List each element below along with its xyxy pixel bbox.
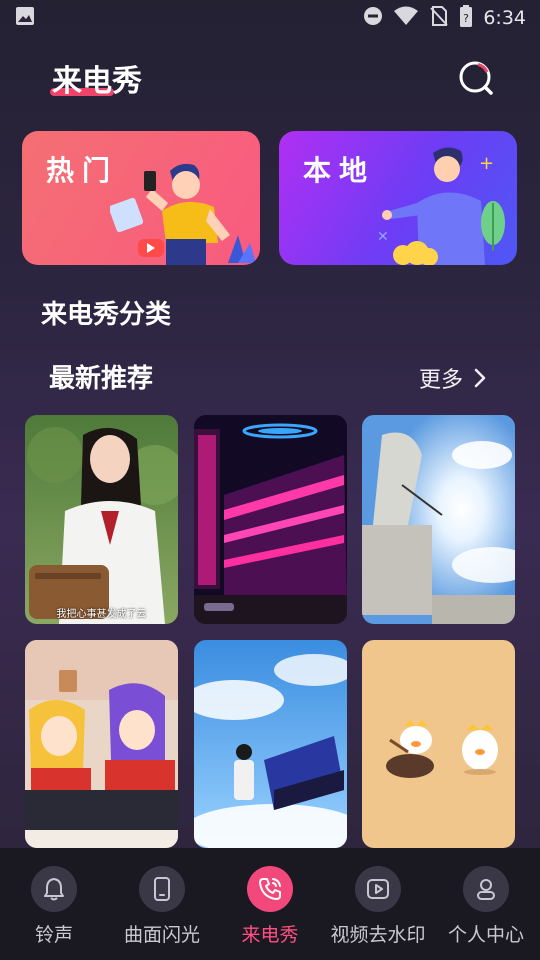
- phone-device-icon: [154, 877, 170, 901]
- bottom-nav: 铃声 曲面闪光 来电秀 视频去水印 个人中心: [0, 848, 540, 960]
- recommend-item-city-night[interactable]: [194, 415, 347, 624]
- more-button[interactable]: 更多: [419, 362, 487, 394]
- battery-icon: ?: [459, 4, 473, 33]
- wifi-icon: [393, 6, 419, 31]
- app-header: 来电秀: [0, 50, 540, 106]
- thumbnail-image: [194, 415, 347, 624]
- play-icon: [367, 879, 389, 899]
- svg-text:+: +: [479, 153, 494, 174]
- nav-item-profile[interactable]: 个人中心: [432, 848, 540, 960]
- phone-call-icon: [259, 878, 281, 900]
- recommend-item-ducks[interactable]: [362, 640, 515, 848]
- bell-icon: [44, 878, 64, 901]
- search-button[interactable]: [456, 58, 496, 98]
- status-bar: ? 6:34: [0, 0, 540, 36]
- page-title: 来电秀: [52, 64, 142, 99]
- thumbnail-image: [194, 640, 347, 848]
- nav-label: 视频去水印: [330, 924, 426, 946]
- recommend-item-sky-statue[interactable]: [362, 415, 515, 624]
- nav-label: 个人中心: [447, 924, 524, 946]
- thumbnail-image: [25, 640, 178, 848]
- nav-label: 铃声: [34, 924, 73, 946]
- recommend-item-schoolgirl[interactable]: 我把心事甚发成了云: [25, 415, 178, 624]
- nav-label: 来电秀: [241, 924, 299, 946]
- no-sim-icon: [429, 5, 449, 32]
- person-icon: [477, 879, 495, 900]
- svg-text:?: ?: [463, 12, 469, 25]
- recommend-item-piano-sky[interactable]: [194, 640, 347, 848]
- thumbnail-caption: 我把心事甚发成了云: [56, 609, 147, 620]
- chevron-right-icon: [474, 368, 486, 388]
- search-icon: [459, 61, 493, 95]
- thumbnail-image: [362, 640, 515, 848]
- recommend-item-anime-couple[interactable]: [25, 640, 178, 848]
- nav-icon-wrap: [31, 866, 77, 912]
- category-label: 本地: [303, 154, 376, 187]
- category-card-hot[interactable]: 热门: [22, 131, 260, 265]
- more-label: 更多: [419, 368, 464, 393]
- nav-label: 曲面闪光: [123, 924, 200, 946]
- category-section-title: 来电秀分类: [41, 300, 172, 330]
- svg-text:✕: ✕: [377, 229, 389, 245]
- do-not-disturb-icon: [363, 6, 383, 31]
- recommend-section-title: 最新推荐: [49, 364, 154, 394]
- nav-item-curved-flash[interactable]: 曲面闪光: [108, 848, 216, 960]
- category-card-local[interactable]: 本地 + ✕: [279, 131, 517, 265]
- nav-icon-wrap: [463, 866, 509, 912]
- nav-icon-wrap: [247, 866, 293, 912]
- nav-item-call-show[interactable]: 来电秀: [216, 848, 324, 960]
- image-icon: [14, 5, 36, 32]
- nav-item-ringtone[interactable]: 铃声: [0, 848, 108, 960]
- thumbnail-image: [362, 415, 515, 624]
- category-label: 热门: [46, 154, 119, 187]
- nav-icon-wrap: [139, 866, 185, 912]
- thumbnail-image: [25, 415, 178, 624]
- local-illustration: + ✕: [377, 147, 505, 265]
- nav-item-remove-watermark[interactable]: 视频去水印: [324, 848, 432, 960]
- status-time: 6:34: [483, 7, 526, 29]
- nav-icon-wrap: [355, 866, 401, 912]
- hot-illustration: [110, 163, 256, 265]
